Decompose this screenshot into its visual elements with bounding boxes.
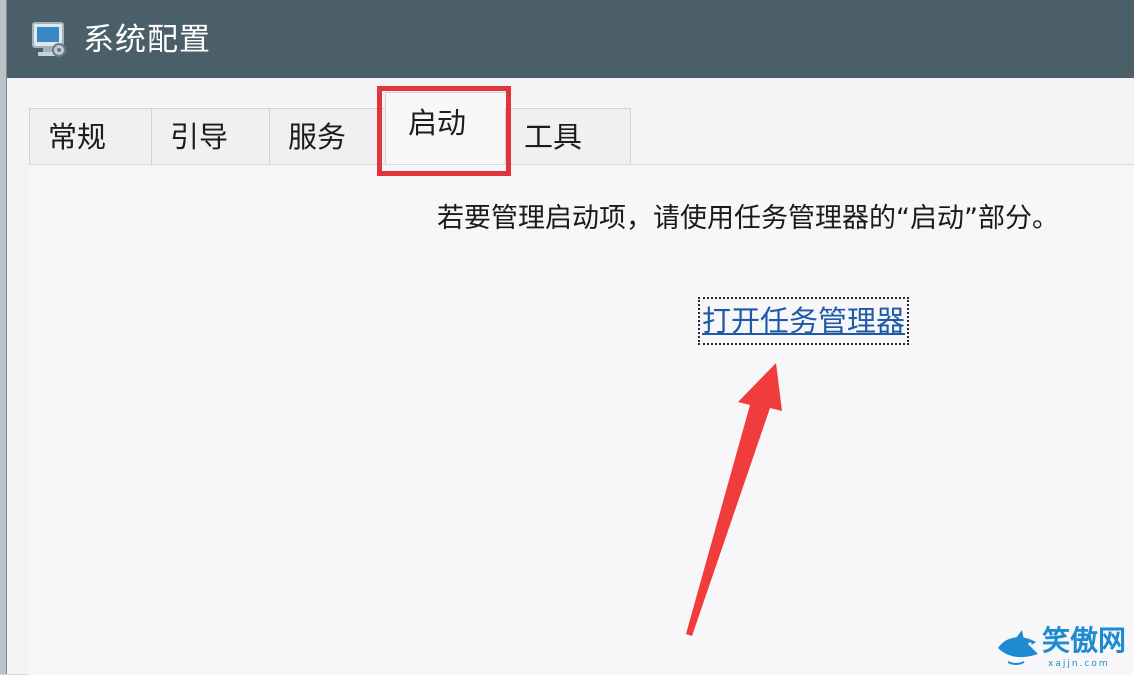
tab-services[interactable]: 服务 [269, 108, 387, 164]
system-config-window: 系统配置 常规 引导 服务 启动 工具 若要管理启动项，请使用任务管理器的“启动… [6, 0, 1134, 675]
watermark-text: 笑傲网 [1042, 624, 1127, 657]
tab-tools[interactable]: 工具 [505, 108, 631, 164]
title-bar[interactable]: 系统配置 [7, 0, 1134, 78]
open-task-manager-link[interactable]: 打开任务管理器 [697, 297, 910, 345]
tab-general[interactable]: 常规 [29, 108, 153, 164]
shark-logo-icon [998, 630, 1038, 665]
window-title: 系统配置 [83, 22, 211, 58]
tab-label: 引导 [170, 120, 229, 154]
watermark: 笑傲网 xajjn.com [996, 624, 1134, 674]
watermark-url: xajjn.com [1048, 659, 1110, 669]
tab-label: 常规 [48, 120, 107, 154]
tab-boot[interactable]: 引导 [151, 108, 271, 164]
system-config-icon [32, 22, 66, 57]
tab-label: 启动 [408, 106, 467, 140]
startup-info-text: 若要管理启动项，请使用任务管理器的“启动”部分。 [437, 203, 1059, 234]
tab-startup[interactable]: 启动 [385, 92, 507, 164]
tab-label: 工具 [524, 120, 583, 154]
tab-strip: 常规 引导 服务 启动 工具 [29, 92, 1134, 164]
tab-label: 服务 [288, 120, 347, 154]
startup-tab-panel: 若要管理启动项，请使用任务管理器的“启动”部分。 打开任务管理器 [29, 164, 1134, 675]
